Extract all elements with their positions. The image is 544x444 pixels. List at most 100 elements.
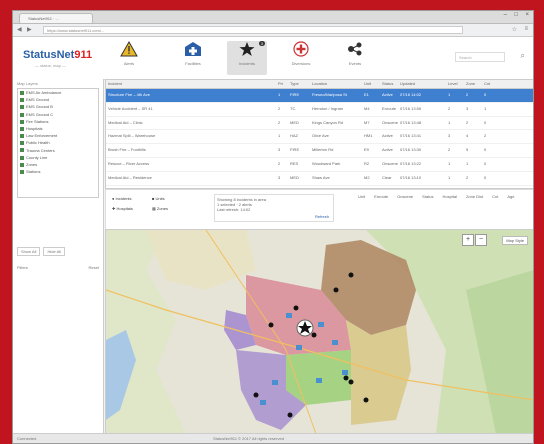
table-cell: 2 — [466, 174, 469, 180]
checkbox-icon[interactable] — [20, 98, 24, 103]
column-header[interactable]: Zone — [464, 80, 482, 88]
reset-link[interactable]: Reset — [89, 265, 99, 270]
column-header[interactable]: Location — [310, 80, 362, 88]
layer-item[interactable]: EMS Air Ambulance — [18, 89, 98, 96]
table-cell: 2 — [466, 119, 469, 125]
toolbar-alerts[interactable]: Alerts — [109, 40, 149, 75]
table-cell: 2 — [484, 133, 487, 139]
column-header[interactable]: Unit — [362, 80, 380, 88]
layer-item[interactable]: EMS Ground C — [18, 111, 98, 118]
layer-item[interactable]: EMS Ground — [18, 96, 98, 103]
table-row[interactable]: Vehicle Accident – SR 41 2 TC Herndon / Ing… — [106, 103, 533, 117]
toolbar-diversions[interactable]: Diversions — [281, 41, 321, 75]
legend-zones: ▦ Zones — [152, 206, 169, 211]
checkbox-icon[interactable] — [20, 141, 24, 146]
toolbar-facilities[interactable]: Facilities — [173, 41, 213, 75]
table-cell: M2 — [364, 174, 370, 180]
url-field[interactable]: https://www.statusnet911.com/... — [43, 26, 463, 34]
table-cell: 07/16 14:02 — [400, 92, 422, 97]
column-label[interactable]: Cnt — [492, 194, 498, 199]
checkbox-icon[interactable] — [20, 155, 24, 160]
column-header[interactable]: Type — [288, 80, 310, 88]
toolbar-label: Diversions — [291, 61, 311, 66]
table-header: Incident Pri Type Location Unit Status U… — [106, 80, 533, 89]
search-input[interactable]: Search — [455, 52, 505, 62]
table-row[interactable]: Brush Fire – Foothills 3 FIRE Millerton Rd E… — [106, 144, 533, 158]
layer-item[interactable]: County Line — [18, 154, 98, 161]
menu-icon[interactable]: ≡ — [524, 26, 528, 32]
toolbar-incidents[interactable]: Incidents 3 — [227, 41, 267, 75]
layer-item[interactable]: Hospitals — [18, 125, 98, 132]
checkbox-icon[interactable] — [20, 170, 24, 174]
layer-item[interactable]: Trauma Centers — [18, 147, 98, 154]
browser-tab[interactable]: StatusNet911 · ... — [19, 13, 93, 23]
star-bookmark-icon[interactable]: ☆ — [512, 26, 517, 33]
forward-icon[interactable]: ▶ — [27, 26, 32, 33]
column-header[interactable]: Cnt — [482, 80, 500, 88]
table-cell: 3 — [448, 133, 451, 139]
address-bar: ◀ ▶ https://www.statusnet911.com/... ☆ ≡ — [13, 24, 533, 37]
layer-item[interactable]: Fire Stations — [18, 118, 98, 125]
column-header[interactable]: Updated — [398, 80, 446, 88]
filters-link[interactable]: Filters — [17, 265, 28, 270]
zoom-out-button[interactable]: − — [475, 234, 487, 246]
layer-item[interactable]: Law Enforcement — [18, 132, 98, 139]
table-row[interactable]: Medical Aid – Clinic 2 MED Kings Canyon Rd M… — [106, 117, 533, 131]
close-button[interactable]: × — [525, 12, 529, 18]
legend-units: ■ Units — [152, 196, 165, 201]
column-header[interactable]: Pri — [276, 80, 288, 88]
table-row[interactable]: Hazmat Spill – Warehouse 1 HAZ Olive Ave HM1… — [106, 130, 533, 145]
checkbox-icon[interactable] — [20, 112, 24, 117]
incident-map[interactable]: + − Map Style — [105, 229, 534, 435]
app-header: StatusNet911 — status, map — Alerts Faci… — [13, 37, 533, 80]
checkbox-icon[interactable] — [20, 90, 24, 95]
layer-item[interactable]: Stations — [18, 168, 98, 175]
table-cell: Olive Ave — [312, 133, 329, 139]
table-row[interactable]: Rescue – River Access 2 RES Woodward Park R2… — [106, 158, 533, 172]
toolbar-events[interactable]: Events — [335, 41, 375, 75]
table-cell: HAZ — [290, 133, 298, 139]
table-row[interactable]: Medical Aid – Residence 3 MED Shaw Ave M2 Cle… — [106, 172, 533, 186]
table-cell: Woodward Park — [312, 160, 341, 166]
column-label[interactable]: Onscene — [397, 194, 413, 199]
search-icon[interactable]: ⌕ — [521, 51, 525, 61]
back-icon[interactable]: ◀ — [17, 26, 22, 33]
table-cell: 07/16 13:10 — [400, 174, 422, 180]
column-label[interactable]: Enroute — [374, 194, 388, 199]
checkbox-icon[interactable] — [20, 162, 24, 167]
minimize-button[interactable]: – — [504, 12, 507, 18]
table-cell: 2 — [278, 160, 281, 166]
column-header[interactable]: Level — [446, 80, 464, 88]
checkbox-icon[interactable] — [20, 126, 24, 131]
column-label[interactable]: Status — [422, 194, 433, 199]
table-cell: TC — [290, 105, 296, 111]
column-header[interactable]: Incident — [106, 80, 276, 88]
checkbox-icon[interactable] — [20, 119, 24, 124]
checkbox-icon[interactable] — [20, 105, 24, 110]
checkbox-icon[interactable] — [20, 134, 24, 139]
layer-item[interactable]: Zones — [18, 161, 98, 168]
maximize-button[interactable]: □ — [514, 12, 518, 18]
refresh-link[interactable]: Refresh — [315, 214, 329, 219]
column-label[interactable]: Unit — [358, 194, 365, 199]
table-cell: Kings Canyon Rd — [312, 119, 344, 125]
table-cell: 0 — [484, 174, 487, 180]
column-label[interactable]: Zone Dist — [466, 194, 483, 199]
zoom-in-button[interactable]: + — [462, 234, 474, 246]
table-cell: 1 — [278, 133, 281, 139]
show-all-button[interactable]: Show All — [17, 247, 41, 256]
layer-item[interactable]: Public Health — [18, 139, 98, 146]
map-canvas[interactable] — [106, 230, 534, 434]
incident-count-badge: 3 — [258, 41, 265, 46]
warning-icon — [109, 40, 149, 61]
table-row[interactable]: Structure Fire – 4th Ave 1 FIRE Fresno/Mari… — [106, 89, 533, 103]
checkbox-icon[interactable] — [20, 148, 24, 153]
column-label[interactable]: Age — [507, 194, 514, 199]
column-label[interactable]: Hospital — [443, 194, 457, 199]
map-style-button[interactable]: Map Style — [502, 236, 528, 245]
table-cell: 2 — [466, 92, 469, 97]
hide-all-button[interactable]: Hide All — [43, 247, 66, 256]
logo: StatusNet911 — [23, 49, 93, 61]
column-header[interactable]: Status — [380, 80, 398, 88]
layer-item[interactable]: EMS Ground B — [18, 103, 98, 110]
